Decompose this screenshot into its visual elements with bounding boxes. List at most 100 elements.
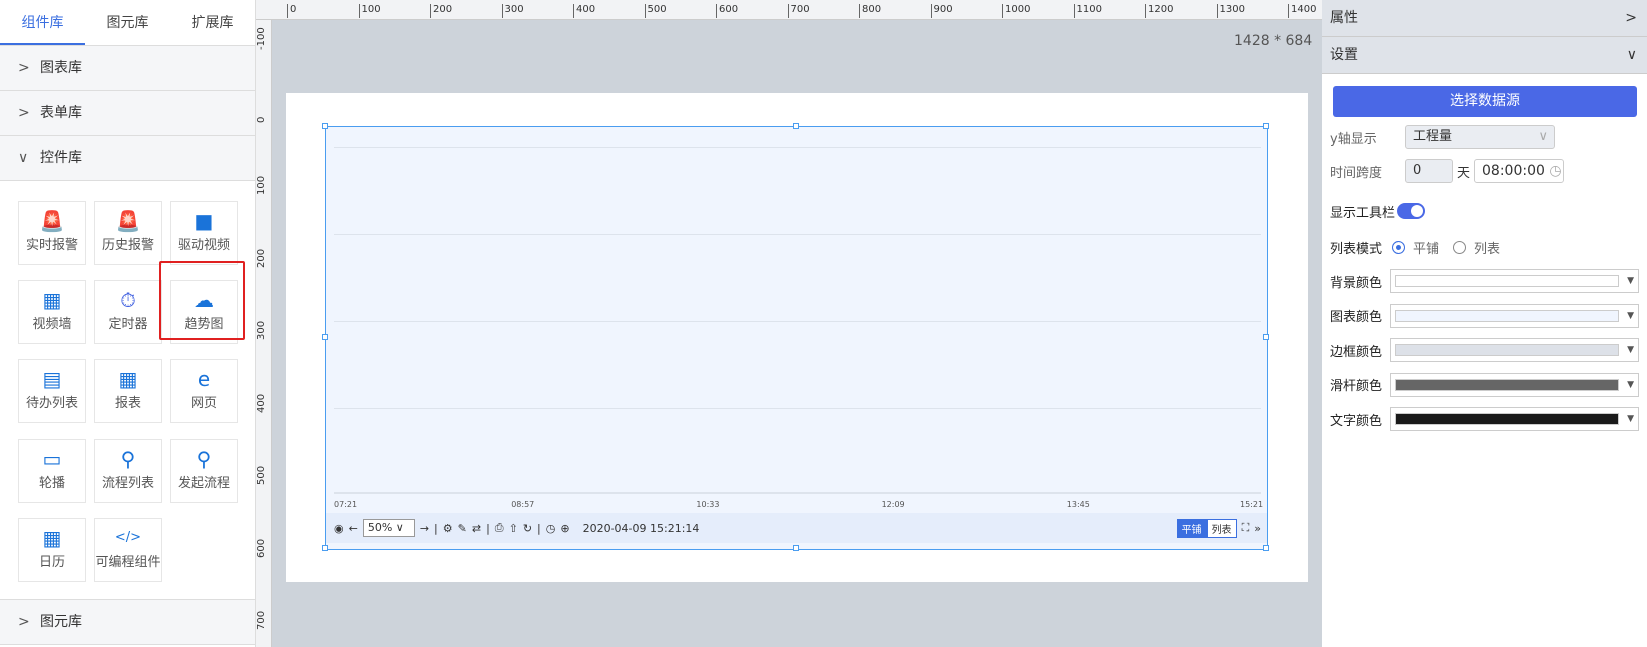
color-picker[interactable]: ▼ [1390,338,1639,363]
section-label: 图元库 [40,614,82,630]
forward-arrow-icon[interactable]: → [420,522,429,535]
ruler-tick: 700 [787,4,810,18]
back-arrow-icon[interactable]: ← [349,522,358,535]
ruler-tick: 500 [644,4,667,18]
tab-0[interactable]: 组件库 [0,0,85,45]
widget-process-list[interactable]: ⚲ 流程列表 [94,438,162,503]
resize-handle[interactable] [322,334,328,340]
widget-label: 实时报警 [25,238,78,253]
widget-video-wall[interactable]: ▦ 视频墙 [18,280,86,345]
clock-icon[interactable]: ◷ [546,522,556,535]
resize-handle[interactable] [1263,334,1269,340]
color-picker[interactable]: ▼ [1390,372,1639,397]
widget-label: 发起流程 [177,475,230,491]
widget-todo-list[interactable]: ▤ 待办列表 [18,359,86,424]
color-swatch [1395,413,1620,426]
radio-list[interactable] [1453,240,1467,254]
ruler-tick: 100 [256,175,267,195]
todo-list-icon: ▤ [42,367,62,392]
color-label: 文字颜色 [1330,413,1383,429]
property-panel: 属性 > 设置 ∨ 选择数据源 y轴显示 工程量 ∨ 时间跨度 0 天 08:00:00 ◷ … [1322,0,1647,647]
resize-handle[interactable] [792,123,799,129]
widget-video-camera[interactable]: ■ 驱动视频 [170,201,238,265]
caret-down-icon: ▼ [1627,276,1634,287]
widget-carousel[interactable]: ▭ 轮播 [18,438,86,503]
properties-header[interactable]: 属性 > [1322,0,1647,37]
widget-calendar[interactable]: ▦ 日历 [18,517,86,582]
time-span-label: 时间跨度 [1330,165,1383,181]
caret-down-icon: ▼ [1627,379,1634,390]
span-time-input[interactable]: 08:00:00 ◷ [1474,159,1565,183]
span-days-input[interactable]: 0 [1405,159,1453,183]
tab-1[interactable]: 图元库 [85,0,170,45]
carousel-icon: ▭ [42,446,62,471]
widget-label: 轮播 [38,475,65,491]
section-label: 控件库 [40,150,82,166]
zoom-in-icon[interactable]: ⊕ [560,522,569,535]
section-control-library[interactable]: ∨ 控件库 [0,136,255,181]
expand-icon[interactable]: » [1254,522,1261,535]
resize-handle[interactable] [1263,123,1269,129]
radio-tile[interactable] [1392,240,1406,254]
chevron-right-icon: > [1625,10,1637,26]
widget-history-alarm[interactable]: 🚨 历史报警 [94,201,162,265]
color-label: 边框颜色 [1330,344,1383,360]
color-picker[interactable]: ▼ [1390,303,1639,328]
ruler-tick: 400 [573,4,595,18]
zoom-select[interactable]: 50% ∨ [362,519,415,537]
resize-handle[interactable] [1263,545,1269,551]
widget-code[interactable]: </> 可编程组件 [94,517,162,582]
trend-chart-component[interactable]: ◉ ← 50% ∨ → | ⚙ ✎ ⇄ | ⎙ ⇧ ↻ | ◷ ⊕ 2020-04-0… [322,123,1269,551]
settings-icon[interactable]: ⚙ [443,522,453,535]
start-process-icon: ⚲ [196,446,212,471]
edit-icon[interactable]: ✎ [458,522,467,535]
resize-handle[interactable] [322,545,328,551]
color-label: 图表颜色 [1330,310,1383,326]
y-axis-select[interactable]: 工程量 ∨ [1405,125,1555,149]
section-form-library[interactable]: > 表单库 [0,91,255,136]
print-icon[interactable]: ⎙ [495,521,504,535]
ruler-tick: 400 [256,393,267,413]
timer-icon: ⏱ [120,288,136,313]
widget-alarm[interactable]: 🚨 实时报警 [18,201,86,265]
y-axis-value: 工程量 [1413,129,1453,144]
ruler-tick: 300 [501,4,524,18]
section-element-library[interactable]: > 图元库 [0,600,255,645]
toolbar-toggle[interactable] [1397,203,1426,219]
ruler-tick: 500 [256,465,267,485]
mode-tile-button[interactable]: 平铺 [1176,518,1207,538]
widget-grid: 🚨 实时报警 🚨 历史报警 ■ 驱动视频 ▦ 视频墙 ⏱ 定时器 ☁ 趋势图 ▤ 待办列表 ▦ 报表 e 网页 ▭ 轮… [0,181,255,600]
trend-plot-area [334,147,1261,494]
widget-report-table[interactable]: ▦ 报表 [94,359,162,424]
mode-list-button[interactable]: 列表 [1206,518,1237,538]
widget-timer[interactable]: ⏱ 定时器 [94,280,162,345]
select-data-source-button[interactable]: 选择数据源 [1333,86,1637,117]
fullscreen-icon[interactable]: ⛶ [1242,521,1250,535]
color-swatch [1395,309,1620,322]
toolbar-toggle-label: 显示工具栏 [1330,205,1396,221]
ruler-tick: 100 [358,4,381,18]
resize-handle[interactable] [792,545,799,551]
radio-tile-label: 平铺 [1413,241,1440,257]
color-picker[interactable]: ▼ [1390,269,1639,294]
refresh-icon[interactable]: ↻ [523,522,532,535]
ruler-vertical: -100 0 100 200 300 400 500 600 700 [256,20,272,647]
ruler-tick: 1100 [1073,4,1102,18]
widget-start-process[interactable]: ⚲ 发起流程 [170,438,238,503]
export-icon[interactable]: ⇧ [509,522,518,535]
x-axis-tick: 10:33 [696,500,720,509]
color-picker[interactable]: ▼ [1390,407,1639,432]
settings-header[interactable]: 设置 ∨ [1322,37,1647,74]
widget-label: 待办列表 [25,396,78,412]
play-icon[interactable]: ◉ [334,522,344,535]
color-swatch [1395,378,1620,391]
history-alarm-icon: 🚨 [115,209,141,233]
tab-2[interactable]: 扩展库 [170,0,255,45]
resize-handle[interactable] [322,123,328,129]
section-chart-library[interactable]: > 图表库 [0,46,255,91]
swap-icon[interactable]: ⇄ [472,522,481,535]
widget-label: 驱动视频 [177,238,230,253]
widget-web-page[interactable]: e 网页 [170,359,238,424]
ruler-tick: 1400 [1288,4,1316,18]
canvas-size: 1428 * 684 [1234,33,1313,49]
